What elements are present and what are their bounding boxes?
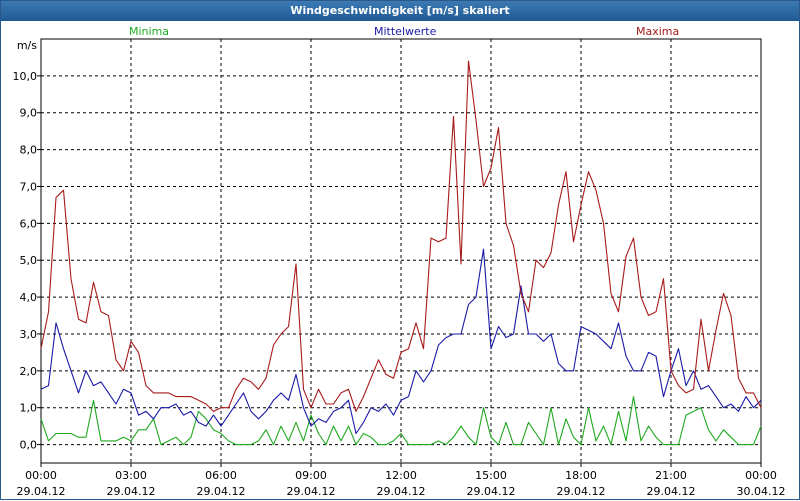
x-tick-time: 00:00 — [745, 469, 777, 482]
y-tick-label: 10,0 — [13, 70, 38, 83]
x-tick-date: 30.04.12 — [737, 485, 786, 498]
x-tick-date: 29.04.12 — [557, 485, 606, 498]
x-tick-date: 29.04.12 — [197, 485, 246, 498]
y-tick-label: 6,0 — [20, 217, 38, 230]
x-tick-date: 29.04.12 — [467, 485, 516, 498]
y-tick-label: 8,0 — [20, 144, 38, 157]
x-tick-time: 18:00 — [565, 469, 597, 482]
x-tick-date: 29.04.12 — [107, 485, 156, 498]
y-tick-label: 2,0 — [20, 365, 38, 378]
x-tick-date: 29.04.12 — [647, 485, 696, 498]
y-tick-label: 4,0 — [20, 291, 38, 304]
wind-speed-chart: 0,0 1,0 2,0 3,0 4,0 5,0 6,0 7,0 8,0 9,0 10,0 m/s 00:… — [13, 38, 786, 498]
x-tick-time: 15:00 — [475, 469, 507, 482]
x-tick-time: 09:00 — [295, 469, 327, 482]
x-tick-time: 06:00 — [205, 469, 237, 482]
y-tick-label: 5,0 — [20, 254, 38, 267]
y-tick-label: 7,0 — [20, 180, 38, 193]
x-tick-time: 00:00 — [25, 469, 57, 482]
chart-window: Windgeschwindigkeit [m/s] skaliert Minim… — [0, 0, 800, 500]
x-tick-date: 29.04.12 — [287, 485, 336, 498]
x-tick-time: 12:00 — [385, 469, 417, 482]
y-tick-label: 3,0 — [20, 328, 38, 341]
x-tick-time: 03:00 — [115, 469, 147, 482]
y-tick-label: 0,0 — [20, 439, 38, 452]
y-tick-label: 9,0 — [20, 107, 38, 120]
x-tick-time: 21:00 — [655, 469, 687, 482]
y-tick-label: 1,0 — [20, 402, 38, 415]
x-tick-date: 29.04.12 — [377, 485, 426, 498]
x-tick-date: 29.04.12 — [17, 485, 66, 498]
y-axis-label: m/s — [17, 39, 37, 52]
